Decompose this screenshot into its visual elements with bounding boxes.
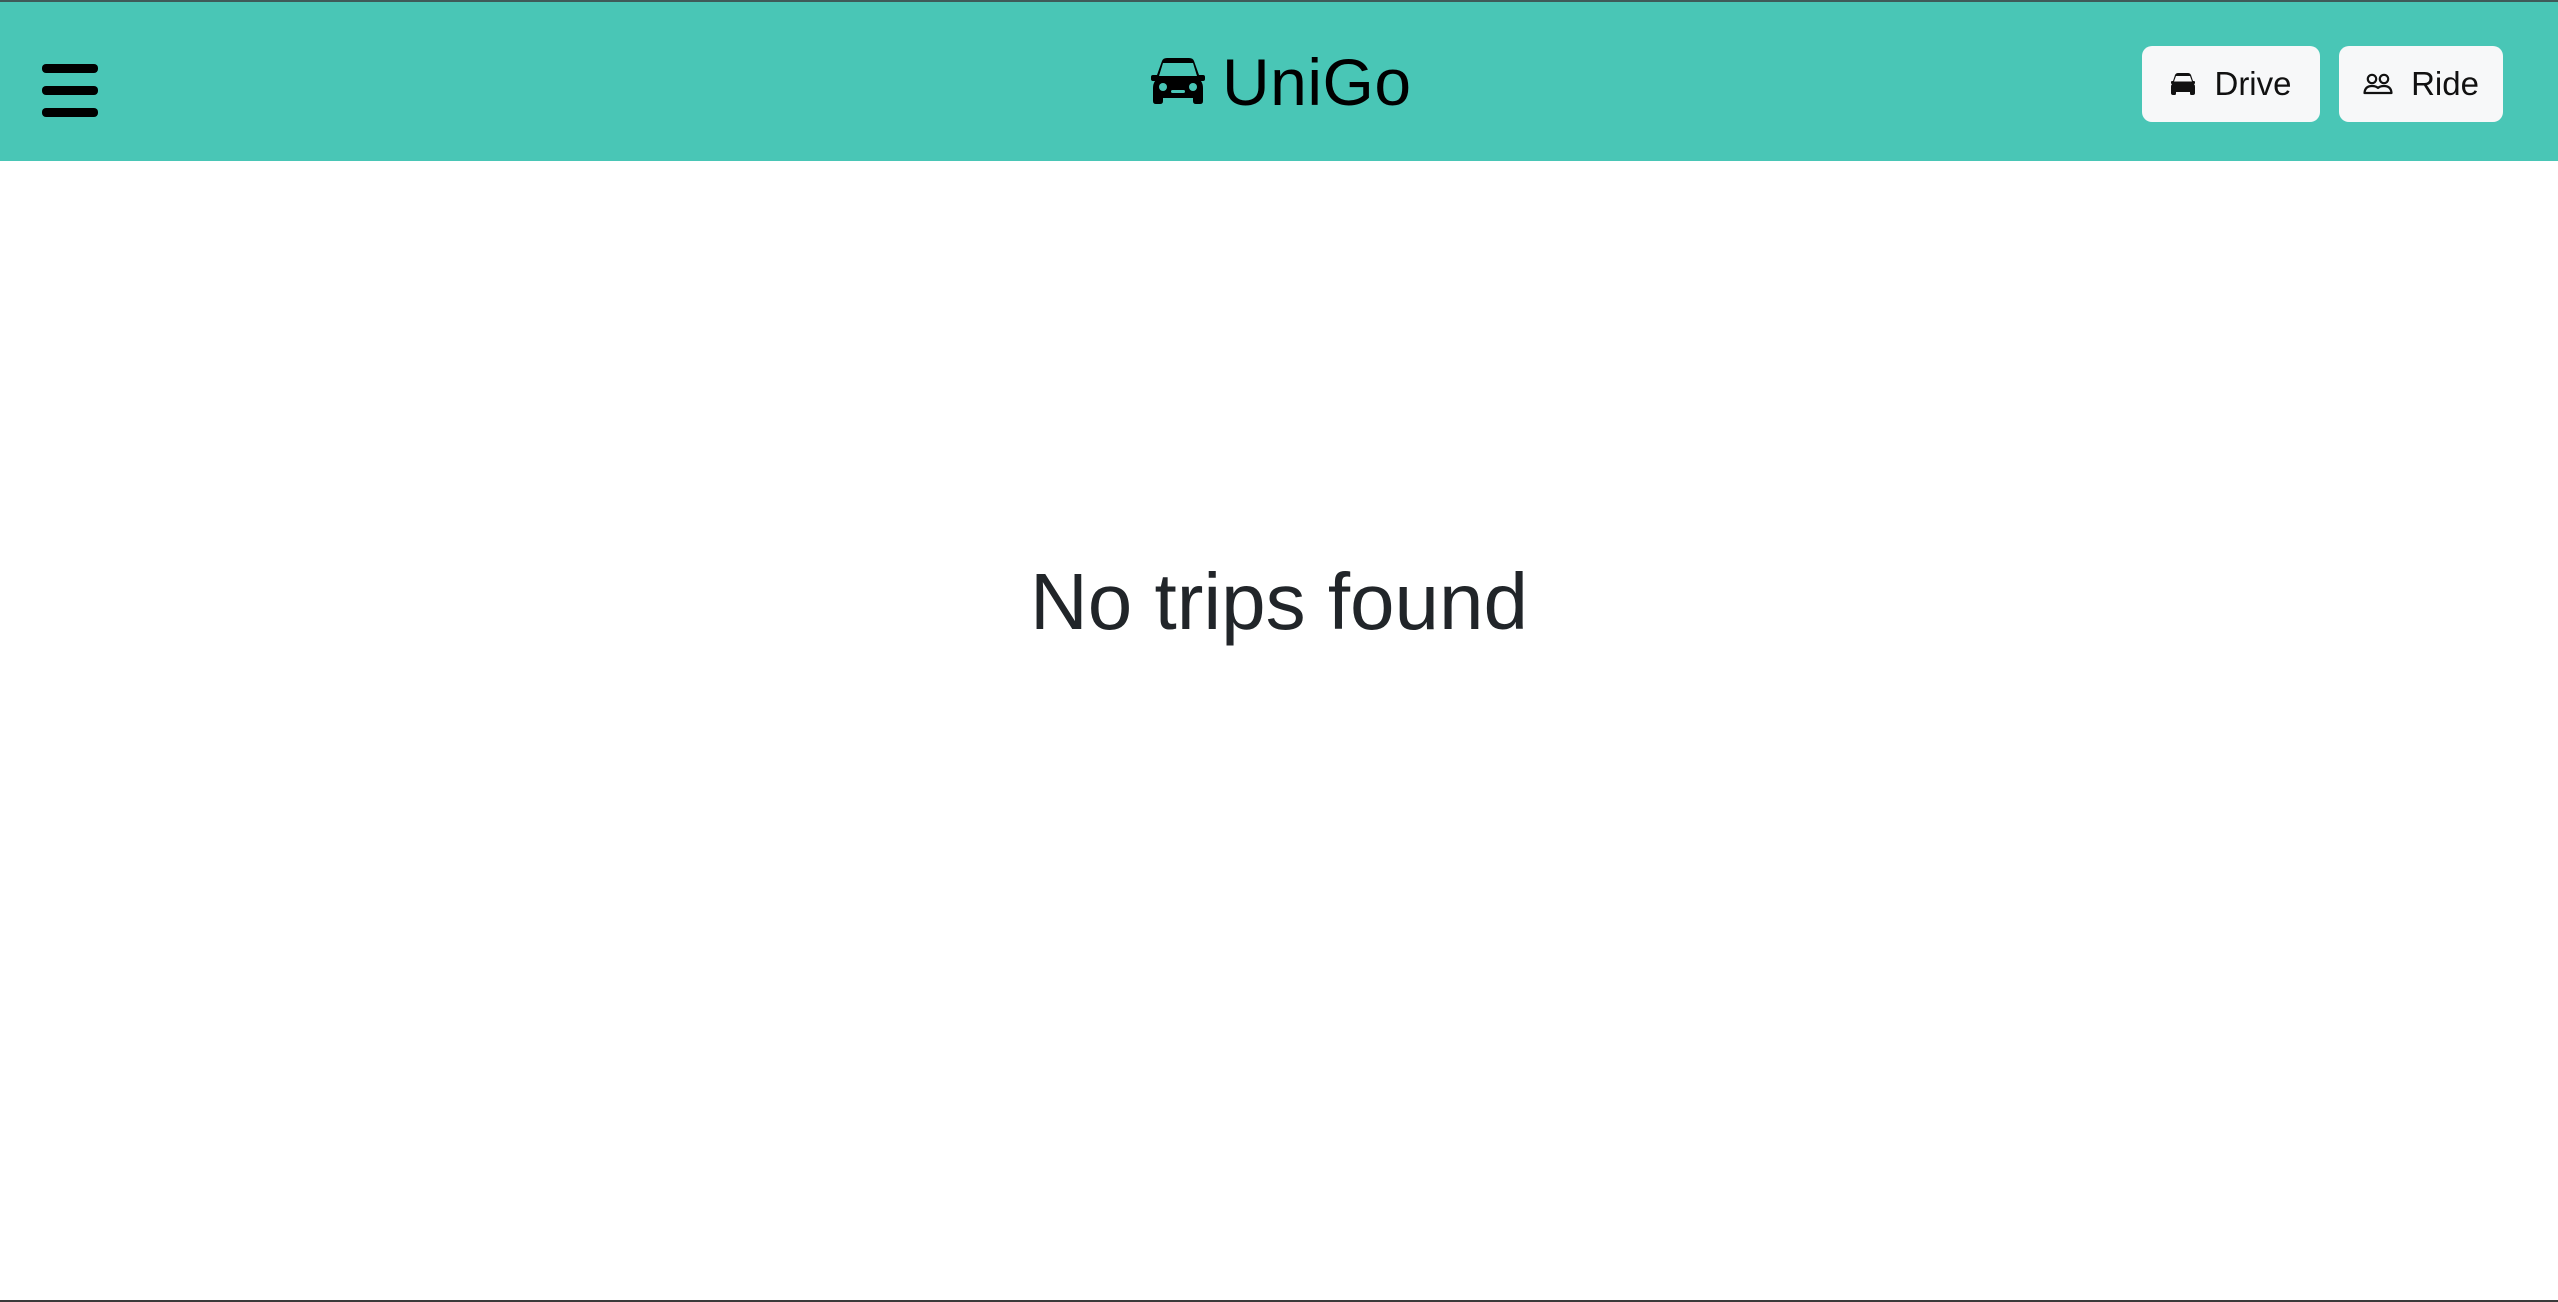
brand-link[interactable]: UniGo: [1150, 44, 1412, 120]
menu-bar-middle: [42, 86, 98, 95]
hamburger-menu-icon[interactable]: [40, 62, 100, 120]
empty-state-message: No trips found: [1029, 557, 1529, 646]
brand-name: UniGo: [1222, 45, 1412, 119]
people-icon: [2363, 73, 2393, 95]
app-window: UniGo Drive Ride No trips found: [0, 0, 2558, 1302]
car-icon: [2171, 73, 2196, 95]
drive-button[interactable]: Drive: [2142, 46, 2320, 122]
menu-bar-bottom: [42, 108, 98, 117]
drive-button-label: Drive: [2214, 65, 2292, 102]
car-icon: [1151, 58, 1205, 104]
top-navbar: UniGo Drive Ride: [0, 2, 2558, 161]
menu-bar-top: [42, 64, 98, 73]
ride-button-label: Ride: [2411, 65, 2479, 102]
ride-button[interactable]: Ride: [2339, 46, 2503, 122]
